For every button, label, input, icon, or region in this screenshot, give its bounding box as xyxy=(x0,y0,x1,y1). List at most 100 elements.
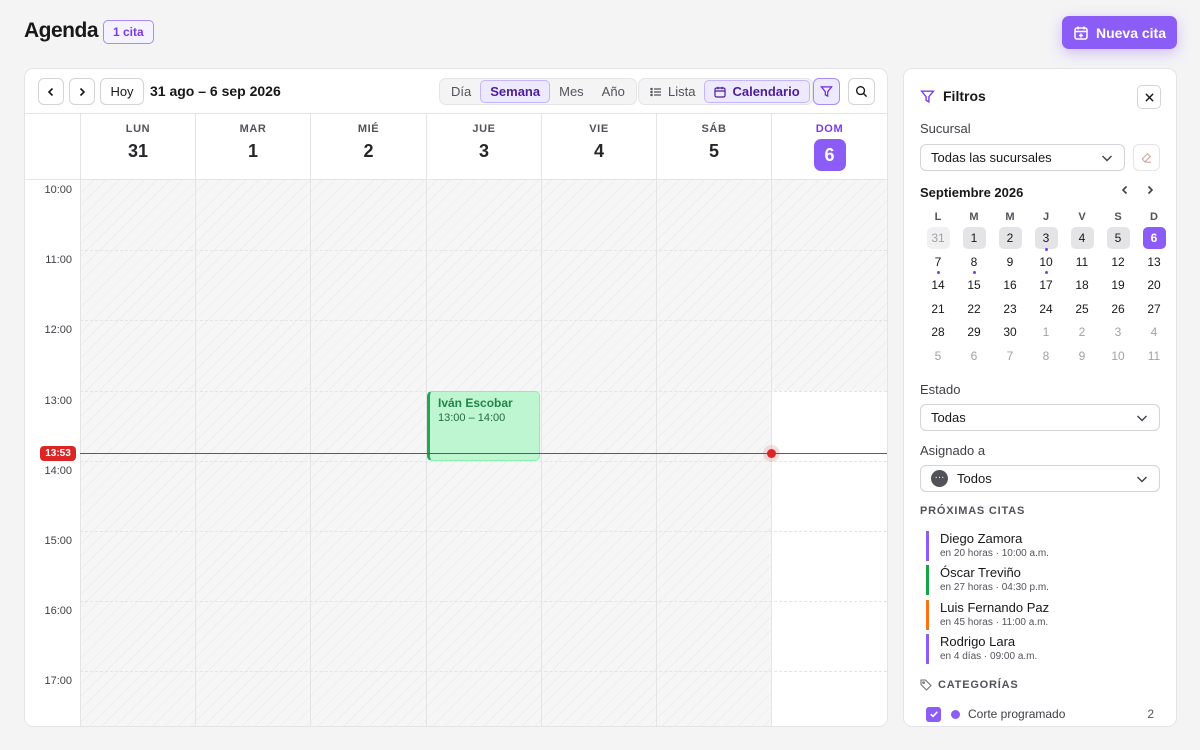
mini-calendar-day[interactable]: 11 xyxy=(1136,345,1172,369)
list-mode-tab[interactable]: Lista xyxy=(641,80,704,103)
day-header-sun-today[interactable]: DOM 6 xyxy=(771,114,887,180)
mini-calendar-day[interactable]: 8 xyxy=(956,251,992,275)
categories-section-title: CATEGORÍAS xyxy=(920,679,1019,691)
close-filters-button[interactable] xyxy=(1137,85,1161,109)
hour-line xyxy=(80,250,887,251)
filters-panel: Filtros Sucursal Todas las sucursales Se… xyxy=(903,68,1177,727)
appointment-event[interactable]: Iván Escobar 13:00 – 14:00 xyxy=(427,391,540,461)
mini-calendar-day-selected[interactable]: 6 xyxy=(1136,227,1172,251)
view-switcher: Día Semana Mes Año xyxy=(439,78,637,105)
next-week-button[interactable] xyxy=(69,78,95,105)
prev-week-button[interactable] xyxy=(38,78,64,105)
mini-calendar-day[interactable]: 9 xyxy=(1064,345,1100,369)
filter-toggle-button[interactable] xyxy=(813,78,840,105)
view-week-tab[interactable]: Semana xyxy=(480,80,551,103)
mini-calendar-day[interactable]: 10 xyxy=(1028,251,1064,275)
categories-title-text: CATEGORÍAS xyxy=(938,679,1019,691)
filters-title: Filtros xyxy=(920,88,986,104)
mini-calendar-week: 14 15 16 17 18 19 20 xyxy=(920,274,1160,298)
day-header-fri[interactable]: VIE 4 xyxy=(541,114,656,180)
mini-calendar-day[interactable]: 2 xyxy=(1064,321,1100,345)
chevron-right-icon xyxy=(79,87,86,96)
mini-calendar-day[interactable]: 26 xyxy=(1100,298,1136,322)
chevron-down-icon xyxy=(1102,155,1112,161)
mini-calendar-day[interactable]: 29 xyxy=(956,321,992,345)
mini-calendar-day[interactable]: 27 xyxy=(1136,298,1172,322)
mini-calendar-day[interactable]: 23 xyxy=(992,298,1028,322)
mini-calendar-day[interactable]: 10 xyxy=(1100,345,1136,369)
week-time-grid[interactable]: 10:00 11:00 12:00 13:00 14:00 15:00 16:0… xyxy=(25,180,887,726)
today-button[interactable]: Hoy xyxy=(100,78,144,105)
view-day-tab[interactable]: Día xyxy=(442,80,480,103)
mini-calendar-day[interactable]: 8 xyxy=(1028,345,1064,369)
mini-calendar-week: 21 22 23 24 25 26 27 xyxy=(920,298,1160,322)
day-header-thu[interactable]: JUE 3 xyxy=(426,114,541,180)
mini-calendar-day[interactable]: 6 xyxy=(956,345,992,369)
mini-calendar-day[interactable]: 3 xyxy=(1028,227,1064,251)
clear-branch-button[interactable] xyxy=(1133,144,1160,171)
mini-calendar-day[interactable]: 21 xyxy=(920,298,956,322)
new-appointment-button[interactable]: Nueva cita xyxy=(1062,16,1177,49)
mini-calendar-day[interactable]: 24 xyxy=(1028,298,1064,322)
upcoming-appointment[interactable]: Rodrigo Lara en 4 días · 09:00 a.m. xyxy=(926,634,1037,664)
mini-calendar-day[interactable]: 9 xyxy=(992,251,1028,275)
mini-calendar-day[interactable]: 5 xyxy=(1100,227,1136,251)
mini-calendar-day[interactable]: 16 xyxy=(992,274,1028,298)
day-header-mon[interactable]: LUN 31 xyxy=(80,114,195,180)
view-month-tab[interactable]: Mes xyxy=(550,80,593,103)
day-header-wed[interactable]: MIÉ 2 xyxy=(310,114,426,180)
mini-calendar-day[interactable]: 31 xyxy=(920,227,956,251)
calendar-mode-tab[interactable]: Calendario xyxy=(704,80,810,103)
branch-select[interactable]: Todas las sucursales xyxy=(920,144,1125,171)
mini-calendar-day[interactable]: 1 xyxy=(1028,321,1064,345)
mini-calendar-day[interactable]: 12 xyxy=(1100,251,1136,275)
more-horizontal-icon: ··· xyxy=(931,470,948,487)
day-number: 31 xyxy=(127,141,149,161)
category-row[interactable]: Corte programado 2 xyxy=(926,705,1154,723)
search-button[interactable] xyxy=(848,78,875,105)
upcoming-appointment[interactable]: Diego Zamora en 20 horas · 10:00 a.m. xyxy=(926,531,1049,561)
upcoming-appointment[interactable]: Luis Fernando Paz en 45 horas · 11:00 a.… xyxy=(926,600,1049,630)
mini-calendar-day[interactable]: 7 xyxy=(920,251,956,275)
day-number: 2 xyxy=(363,141,374,161)
assigned-select[interactable]: ··· Todos xyxy=(920,465,1160,492)
mini-calendar-day[interactable]: 2 xyxy=(992,227,1028,251)
mini-calendar-day[interactable]: 5 xyxy=(920,345,956,369)
search-icon xyxy=(855,85,868,98)
mini-calendar-day[interactable]: 3 xyxy=(1100,321,1136,345)
mini-calendar-day[interactable]: 22 xyxy=(956,298,992,322)
mini-calendar-prev[interactable] xyxy=(1119,183,1131,200)
mini-calendar-day[interactable]: 25 xyxy=(1064,298,1100,322)
mini-calendar-day[interactable]: 30 xyxy=(992,321,1028,345)
view-year-tab[interactable]: Año xyxy=(593,80,634,103)
assigned-select-value: Todos xyxy=(957,471,992,486)
upcoming-client-name: Luis Fernando Paz xyxy=(940,600,1050,615)
status-select[interactable]: Todas xyxy=(920,404,1160,431)
mini-calendar-day[interactable]: 15 xyxy=(956,274,992,298)
category-checkbox[interactable] xyxy=(926,706,941,722)
mini-calendar-day[interactable]: 20 xyxy=(1136,274,1172,298)
mini-calendar-day[interactable]: 4 xyxy=(1064,227,1100,251)
mini-calendar-day[interactable]: 13 xyxy=(1136,251,1172,275)
mini-calendar-day[interactable]: 1 xyxy=(956,227,992,251)
mini-calendar-day[interactable]: 14 xyxy=(920,274,956,298)
day-name: VIE xyxy=(589,123,609,135)
mini-calendar-day[interactable]: 18 xyxy=(1064,274,1100,298)
day-number: 1 xyxy=(247,141,258,161)
mini-calendar-day[interactable]: 17 xyxy=(1028,274,1064,298)
upcoming-appointment[interactable]: Óscar Treviño en 27 horas · 04:30 p.m. xyxy=(926,565,1049,595)
day-header-tue[interactable]: MAR 1 xyxy=(195,114,310,180)
mini-calendar-day[interactable]: 19 xyxy=(1100,274,1136,298)
mini-calendar-day[interactable]: 28 xyxy=(920,321,956,345)
calendar-plus-icon xyxy=(1074,26,1088,40)
day-header-sat[interactable]: SÁB 5 xyxy=(656,114,771,180)
mini-calendar-day[interactable]: 4 xyxy=(1136,321,1172,345)
mode-switcher: Lista Calendario xyxy=(638,78,813,105)
mini-calendar-next[interactable] xyxy=(1144,183,1156,200)
date-range-label: 31 ago – 6 sep 2026 xyxy=(150,83,281,99)
mini-calendar-day[interactable]: 11 xyxy=(1064,251,1100,275)
hour-line xyxy=(80,531,887,532)
filters-title-text: Filtros xyxy=(943,88,986,104)
mini-calendar-day[interactable]: 7 xyxy=(992,345,1028,369)
eraser-icon xyxy=(1141,152,1152,163)
